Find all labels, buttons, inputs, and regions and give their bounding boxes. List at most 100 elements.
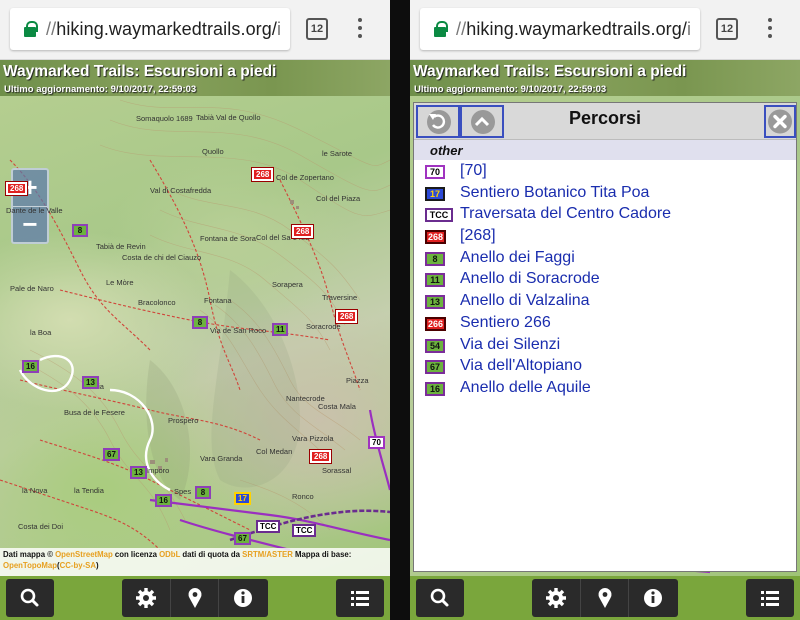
info-button[interactable] [218, 579, 266, 617]
route-item[interactable]: 67 Via dell'Altopiano [414, 356, 796, 378]
close-icon [768, 109, 792, 134]
route-marker[interactable]: 268 [308, 449, 333, 464]
site-header: Waymarked Trails: Escursioni a piedi Ult… [0, 60, 390, 96]
route-list-button[interactable] [336, 579, 384, 617]
info-icon [234, 589, 252, 607]
map-pin-icon [598, 588, 612, 608]
route-item[interactable]: 16 Anello delle Aquile [414, 378, 796, 400]
place-label: Costa Mala [318, 402, 356, 411]
back-button[interactable] [416, 105, 460, 138]
chevron-up-icon [474, 116, 490, 127]
location-button[interactable] [580, 579, 628, 617]
place-label: la Nova [22, 486, 48, 495]
route-marker[interactable]: 13 [82, 376, 99, 389]
route-badge: TCC [425, 208, 453, 223]
map-canvas[interactable]: Waymarked Trails: Escursioni a piedi Ult… [0, 60, 390, 576]
info-button[interactable] [628, 579, 676, 617]
route-marker[interactable]: 16 [155, 494, 172, 507]
route-marker[interactable]: 268 [334, 309, 359, 324]
cc-by-sa-link[interactable]: CC-by-SA [60, 561, 96, 570]
lock-icon [434, 21, 448, 37]
browser-bar: //hiking.waymarkedtrails.org/i 12 [0, 0, 390, 60]
odbl-link[interactable]: ODbL [159, 550, 180, 559]
route-item[interactable]: 70 [70] [414, 161, 796, 183]
place-label: Dante de le Valle [6, 206, 63, 215]
attribution-text: ) [96, 560, 99, 570]
route-item[interactable]: 13 Anello di Valzalina [414, 291, 796, 313]
site-header: Waymarked Trails: Escursioni a piedi Ult… [410, 60, 800, 96]
osm-link[interactable]: OpenStreetMap [55, 550, 113, 559]
attribution-text: dati di quota da [180, 550, 243, 559]
route-name[interactable]: Anello di Valzalina [460, 292, 590, 310]
route-marker[interactable]: 8 [192, 316, 208, 329]
place-label: Tabià de Revin [96, 242, 146, 251]
collapse-button[interactable] [460, 105, 504, 138]
route-name[interactable]: Anello dei Faggi [460, 249, 575, 267]
route-item[interactable]: 268 [268] [414, 226, 796, 248]
route-item[interactable]: 17 Sentiero Botanico Tita Poa [414, 183, 796, 205]
route-item[interactable]: 54 Via dei Silenzi [414, 335, 796, 357]
route-marker[interactable]: 8 [195, 486, 211, 499]
tab-count-button[interactable]: 12 [306, 18, 328, 40]
search-button[interactable] [416, 579, 464, 617]
route-item[interactable]: 8 Anello dei Faggi [414, 248, 796, 270]
search-button[interactable] [6, 579, 54, 617]
route-name[interactable]: [268] [460, 227, 496, 245]
route-marker[interactable]: TCC [256, 520, 281, 533]
route-badge: 268 [425, 230, 447, 245]
route-group-header: other [414, 140, 796, 160]
route-marker[interactable]: 13 [130, 466, 147, 479]
route-marker[interactable]: 268 [250, 167, 275, 182]
url-text[interactable]: //hiking.waymarkedtrails.org/i [456, 19, 691, 40]
route-name[interactable]: Via dell'Altopiano [460, 357, 582, 375]
route-marker[interactable]: 11 [272, 323, 289, 336]
route-name[interactable]: Via dei Silenzi [460, 336, 560, 354]
route-marker[interactable]: 16 [22, 360, 39, 373]
route-item[interactable]: TCC Traversata del Centro Cadore [414, 204, 796, 226]
route-item[interactable]: 11 Anello di Soracrode [414, 269, 796, 291]
settings-button[interactable] [532, 579, 580, 617]
route-marker[interactable]: 70 [368, 436, 385, 449]
url-bar[interactable]: //hiking.waymarkedtrails.org/i [420, 8, 700, 50]
place-label: Col Medan [256, 447, 293, 456]
route-name[interactable]: Anello delle Aquile [460, 379, 591, 397]
browser-menu-icon[interactable] [768, 18, 772, 40]
place-label: Vara Granda [200, 454, 243, 463]
close-button[interactable] [764, 105, 796, 138]
url-bar[interactable]: //hiking.waymarkedtrails.org/i [10, 8, 290, 50]
route-name[interactable]: Sentiero Botanico Tita Poa [460, 184, 649, 202]
route-badge: 266 [425, 316, 447, 331]
place-label: Pale de Naro [10, 284, 54, 293]
route-marker[interactable]: TCC [292, 524, 317, 537]
place-label: Quollo [202, 147, 224, 156]
route-marker[interactable]: 268 [4, 181, 29, 196]
route-list-button[interactable] [746, 579, 794, 617]
route-name[interactable]: Traversata del Centro Cadore [460, 205, 671, 223]
route-marker[interactable]: 268 [290, 224, 315, 239]
lock-icon [24, 21, 38, 37]
route-marker[interactable]: 67 [234, 532, 251, 545]
route-item[interactable]: 266 Sentiero 266 [414, 313, 796, 335]
location-button[interactable] [170, 579, 218, 617]
place-label: Prospero [168, 416, 199, 425]
phone-screen-map: //hiking.waymarkedtrails.org/i 12 Waymar… [0, 0, 390, 620]
opentopomap-link[interactable]: OpenTopoMap [3, 561, 57, 570]
route-group-label: other [430, 143, 463, 158]
settings-button[interactable] [122, 579, 170, 617]
srtm-link[interactable]: SRTM/ASTER [242, 550, 293, 559]
route-name[interactable]: Anello di Soracrode [460, 270, 600, 288]
route-marker[interactable]: 8 [72, 224, 88, 237]
last-update: Ultimo aggiornamento: 9/10/2017, 22:59:0… [414, 84, 607, 95]
place-label: Spes [174, 487, 192, 496]
url-text[interactable]: //hiking.waymarkedtrails.org/i [46, 19, 281, 40]
route-badge: 8 [425, 251, 445, 266]
browser-menu-icon[interactable] [358, 18, 362, 40]
route-marker[interactable]: 17 [234, 492, 251, 505]
site-title: Waymarked Trails: Escursioni a piedi [3, 63, 277, 80]
route-name[interactable]: [70] [460, 162, 487, 180]
info-icon [644, 589, 662, 607]
route-name[interactable]: Sentiero 266 [460, 314, 551, 332]
route-marker[interactable]: 67 [103, 448, 120, 461]
tab-count-button[interactable]: 12 [716, 18, 738, 40]
browser-bar: //hiking.waymarkedtrails.org/i 12 [410, 0, 800, 60]
